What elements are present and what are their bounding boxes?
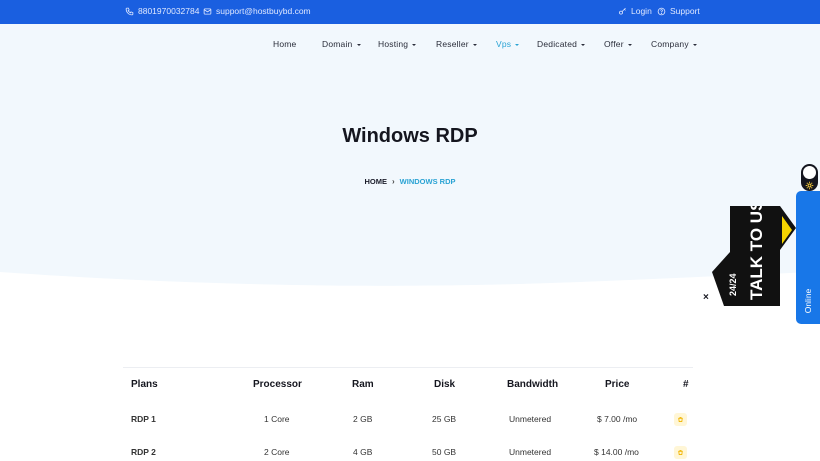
header-action: # <box>683 379 689 390</box>
talk-to-us-text: TALK TO US <box>747 206 766 300</box>
main-nav: Home Domain Hosting Reseller Vps Dedicat… <box>0 39 820 53</box>
nav-company-label: Company <box>651 39 689 49</box>
header-processor: Processor <box>253 379 302 390</box>
phone-number: 8801970032784 <box>138 6 200 16</box>
chevron-right-icon: › <box>391 177 395 186</box>
page-title: Windows RDP <box>342 125 478 147</box>
support-link[interactable]: Support <box>657 6 700 16</box>
cart-icon <box>678 417 683 422</box>
nav-home[interactable]: Home <box>273 39 296 49</box>
top-bar: 8801970032784 support@hostbuybd.com Logi… <box>0 0 820 24</box>
table-header-row: Plans Processor Ram Disk Bandwidth Price… <box>123 379 693 399</box>
nav-hosting[interactable]: Hosting <box>378 39 417 49</box>
chevron-down-icon <box>412 43 417 46</box>
nav-dedicated-label: Dedicated <box>537 39 578 49</box>
theme-toggle[interactable] <box>801 164 818 191</box>
nav-vps[interactable]: Vps <box>496 39 520 49</box>
header-disk: Disk <box>434 379 456 390</box>
chevron-down-icon <box>472 43 477 46</box>
mail-icon <box>203 7 212 15</box>
wave-divider <box>0 272 820 294</box>
cart-icon <box>678 450 683 455</box>
price-value: $ 14.00 /mo <box>594 447 639 457</box>
plan-name: RDP 1 <box>131 414 156 424</box>
nav-reseller-label: Reseller <box>436 39 469 49</box>
nav-dedicated[interactable]: Dedicated <box>537 39 586 49</box>
chevron-down-icon <box>581 43 586 46</box>
toggle-knob <box>803 166 816 179</box>
login-link[interactable]: Login <box>618 6 652 16</box>
table-row: RDP 1 1 Core 2 GB 25 GB Unmetered $ 7.00… <box>123 413 693 434</box>
bandwidth-value: Unmetered <box>509 447 552 457</box>
nav-company[interactable]: Company <box>651 39 697 49</box>
header-plans: Plans <box>131 379 158 390</box>
login-label: Login <box>631 6 652 16</box>
nav-offer-label: Offer <box>604 39 624 49</box>
nav-offer[interactable]: Offer <box>604 39 632 49</box>
order-button[interactable] <box>674 413 687 426</box>
email-address: support@hostbuybd.com <box>216 6 311 16</box>
table-top-border <box>123 367 693 368</box>
ram-value: 2 GB <box>353 414 373 424</box>
breadcrumb: HOME › WINDOWS RDP <box>0 177 820 186</box>
sun-icon <box>805 181 814 190</box>
nav-hosting-label: Hosting <box>378 39 409 49</box>
chevron-down-icon <box>356 43 361 46</box>
nav-vps-label: Vps <box>496 39 512 49</box>
nav-domain-label: Domain <box>322 39 353 49</box>
processor-value: 1 Core <box>264 414 290 424</box>
chevron-down-icon <box>627 43 632 46</box>
plan-name: RDP 2 <box>131 447 156 457</box>
online-label: Online <box>803 288 813 314</box>
always-online-text: 24/24 <box>728 273 738 296</box>
nav-home-label: Home <box>273 39 297 49</box>
table-row: RDP 2 2 Core 4 GB 50 GB Unmetered $ 14.0… <box>123 446 693 461</box>
breadcrumb-current: WINDOWS RDP <box>399 177 456 186</box>
disk-value: 25 GB <box>432 414 457 424</box>
talk-to-us-badge[interactable]: TALK TO US 24/24 <box>712 206 796 306</box>
page-header <box>0 24 820 294</box>
breadcrumb-home[interactable]: HOME <box>364 177 387 186</box>
disk-value: 50 GB <box>432 447 457 457</box>
phone-icon <box>125 7 134 15</box>
support-label: Support <box>670 6 700 16</box>
processor-value: 2 Core <box>264 447 290 457</box>
key-icon <box>619 7 626 15</box>
help-icon <box>657 7 666 15</box>
header-bandwidth: Bandwidth <box>507 379 559 390</box>
phone-contact[interactable]: 8801970032784 <box>125 6 199 16</box>
nav-domain[interactable]: Domain <box>322 39 361 49</box>
chevron-down-icon <box>692 43 697 46</box>
email-contact[interactable]: support@hostbuybd.com <box>203 6 311 16</box>
close-icon[interactable]: × <box>703 292 709 303</box>
bandwidth-value: Unmetered <box>509 414 552 424</box>
header-ram: Ram <box>352 379 374 390</box>
nav-reseller[interactable]: Reseller <box>436 39 477 49</box>
price-value: $ 7.00 /mo <box>597 414 638 424</box>
chevron-down-icon <box>515 43 520 46</box>
online-chat-tab[interactable]: Online <box>796 191 820 324</box>
ram-value: 4 GB <box>353 447 373 457</box>
order-button[interactable] <box>674 446 687 459</box>
header-price: Price <box>605 379 630 390</box>
